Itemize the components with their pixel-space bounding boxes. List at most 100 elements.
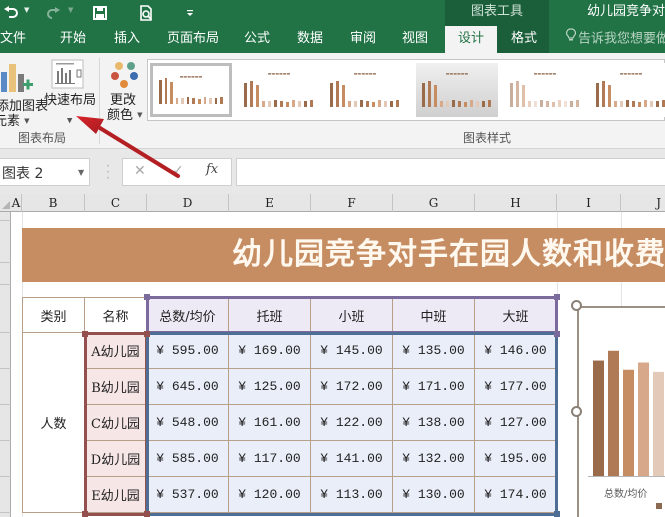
value-cell[interactable]: ¥ 645.00 [147, 369, 229, 405]
tab-formulas[interactable]: 公式 [244, 26, 270, 53]
name-cell[interactable]: C幼儿园 [85, 405, 147, 441]
tab-file[interactable]: 文件 [0, 26, 26, 53]
value-cell[interactable]: ¥ 130.00 [393, 477, 475, 513]
value-cell[interactable]: ¥ 122.00 [311, 405, 393, 441]
value-cell[interactable]: ¥ 113.00 [311, 477, 393, 513]
value-cell[interactable]: ¥ 132.00 [393, 441, 475, 477]
tab-insert[interactable]: 插入 [114, 26, 140, 53]
chart-style-1[interactable]: ▬▬▬▬▬▬ [150, 63, 232, 117]
change-colors-button[interactable]: 更改 颜色 ▼ [103, 58, 145, 128]
tab-page-layout[interactable]: 页面布局 [167, 26, 219, 53]
value-cell[interactable]: ¥ 585.00 [147, 441, 229, 477]
check-icon[interactable]: ✓ [172, 163, 184, 179]
column-header-a[interactable]: A [11, 194, 22, 212]
chart-bar[interactable] [593, 360, 604, 477]
redo-icon[interactable] [46, 2, 62, 24]
chart-resize-handle-top-left[interactable] [571, 300, 582, 311]
name-box-dropdown-icon[interactable]: ▼ [78, 168, 84, 177]
column-header-f[interactable]: F [311, 194, 393, 212]
column-header-c[interactable]: C [85, 194, 147, 212]
column-header-b[interactable]: B [22, 194, 85, 212]
value-cell[interactable]: ¥ 595.00 [147, 333, 229, 369]
undo-icon[interactable] [2, 2, 20, 24]
column-header-h[interactable]: H [475, 194, 557, 212]
select-all-icon[interactable] [2, 201, 10, 209]
chart-style-2[interactable]: ▬▬▬▬▬▬ [238, 63, 320, 117]
value-cell[interactable]: ¥ 161.00 [229, 405, 311, 441]
range-resize-handle[interactable] [82, 331, 88, 337]
table-header-cell[interactable]: 类别 [22, 297, 85, 333]
range-resize-handle[interactable] [144, 331, 150, 337]
name-cell[interactable]: D幼儿园 [85, 441, 147, 477]
quick-layout-button[interactable]: 快速布局 ▼ [44, 58, 96, 128]
range-resize-handle[interactable] [144, 511, 150, 517]
value-cell[interactable]: ¥ 172.00 [311, 369, 393, 405]
tab-data[interactable]: 数据 [297, 26, 323, 53]
thumb-bar [192, 98, 196, 104]
table-header-cell[interactable]: 大班 [475, 297, 557, 333]
quick-layout-dropdown-icon[interactable]: ▼ [67, 113, 72, 127]
chart-style-3[interactable]: ▬▬▬▬▬▬ [324, 63, 406, 117]
table-header-cell[interactable]: 托班 [229, 297, 311, 333]
column-header-i[interactable]: I [557, 194, 621, 212]
tab-review[interactable]: 审阅 [350, 26, 376, 53]
save-icon[interactable] [92, 2, 108, 24]
chart-resize-handle-left[interactable] [571, 406, 582, 417]
value-cell[interactable]: ¥ 146.00 [475, 333, 557, 369]
customize-qat-icon[interactable] [184, 2, 196, 24]
table-header-cell[interactable]: 小班 [311, 297, 393, 333]
category-cell[interactable]: 人数 [22, 333, 85, 513]
range-resize-handle[interactable] [82, 511, 88, 517]
value-cell[interactable]: ¥ 174.00 [475, 477, 557, 513]
redo-dropdown-icon[interactable]: ▼ [68, 6, 73, 14]
chart-bar[interactable] [623, 369, 634, 477]
add-chart-element-button[interactable]: 添加图表 元素 ▼ [0, 58, 48, 129]
name-box[interactable]: 图表 2 ▼ [0, 158, 90, 186]
value-cell[interactable]: ¥ 125.00 [229, 369, 311, 405]
undo-dropdown-icon[interactable]: ▼ [24, 6, 29, 14]
value-cell[interactable]: ¥ 548.00 [147, 405, 229, 441]
range-resize-handle[interactable] [554, 294, 560, 300]
range-resize-handle[interactable] [554, 511, 560, 517]
column-header-d[interactable]: D [147, 194, 229, 212]
column-header-g[interactable]: G [393, 194, 475, 212]
formula-bar-grip-icon[interactable]: · · · [106, 160, 110, 184]
chart-style-5[interactable]: ▬▬▬▬▬▬ [504, 63, 586, 117]
range-resize-handle[interactable] [144, 294, 150, 300]
chart-bar[interactable] [653, 371, 664, 477]
table-header-cell[interactable]: 总数/均价 [147, 297, 229, 333]
range-resize-handle[interactable] [554, 331, 560, 337]
table-header-cell[interactable]: 中班 [393, 297, 475, 333]
value-cell[interactable]: ¥ 171.00 [393, 369, 475, 405]
name-cell[interactable]: B幼儿园 [85, 369, 147, 405]
tab-view[interactable]: 视图 [402, 26, 428, 53]
tab-format[interactable]: 格式 [511, 26, 537, 53]
chart-style-6[interactable]: ▬▬▬▬▬▬ [590, 63, 665, 117]
value-cell[interactable]: ¥ 135.00 [393, 333, 475, 369]
value-cell[interactable]: ¥ 177.00 [475, 369, 557, 405]
value-cell[interactable]: ¥ 141.00 [311, 441, 393, 477]
value-cell[interactable]: ¥ 117.00 [229, 441, 311, 477]
insert-function-button[interactable]: fx [206, 162, 218, 177]
name-cell[interactable]: E幼儿园 [85, 477, 147, 513]
value-cell[interactable]: ¥ 120.00 [229, 477, 311, 513]
formula-input[interactable] [236, 158, 665, 186]
tab-home[interactable]: 开始 [60, 26, 86, 53]
cancel-icon[interactable]: ✕ [134, 163, 146, 179]
print-preview-icon[interactable] [138, 2, 156, 24]
value-cell[interactable]: ¥ 138.00 [393, 405, 475, 441]
tab-design[interactable]: 设计 [445, 26, 497, 53]
tell-me-box[interactable]: 告诉我您想要做 [566, 26, 665, 53]
chart-style-4[interactable]: ▬▬▬▬▬▬ [416, 63, 498, 117]
chart-bar[interactable] [638, 362, 649, 477]
column-header-e[interactable]: E [229, 194, 311, 212]
value-cell[interactable]: ¥ 195.00 [475, 441, 557, 477]
value-cell[interactable]: ¥ 537.00 [147, 477, 229, 513]
value-cell[interactable]: ¥ 169.00 [229, 333, 311, 369]
name-cell[interactable]: A幼儿园 [85, 333, 147, 369]
value-cell[interactable]: ¥ 127.00 [475, 405, 557, 441]
column-header-j[interactable]: J [621, 194, 665, 212]
chart-bar[interactable] [608, 350, 619, 477]
value-cell[interactable]: ¥ 145.00 [311, 333, 393, 369]
table-header-cell[interactable]: 名称 [85, 297, 147, 333]
